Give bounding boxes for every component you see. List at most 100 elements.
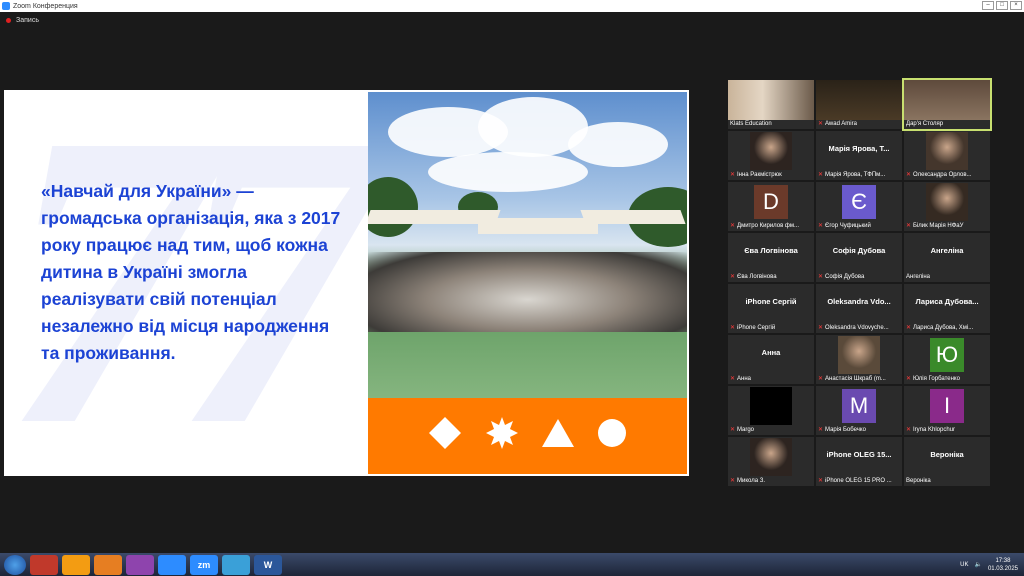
participant-tile[interactable]: iPhone Сергій ✕ iPhone Сергій [728,284,814,333]
participant-tile[interactable]: M ✕ Марія Бобечко [816,386,902,435]
participant-tile[interactable]: Вероніка Вероніка [904,437,990,486]
participant-display-name: Єва Логвінова [744,246,798,255]
participant-name: Інна Ракмістрюк [737,172,782,178]
taskbar-app-icon[interactable] [222,554,250,575]
participant-name: Білик Марія НФаУ [913,223,964,229]
participant-namebar: Вероніка [904,476,990,486]
taskbar-app-icon[interactable] [62,554,90,575]
participant-tile[interactable]: ✕ Margo [728,386,814,435]
participant-namebar: ✕ Микола З. [728,476,814,486]
mic-muted-icon: ✕ [730,427,736,433]
volume-icon[interactable]: 🔈 [974,561,981,568]
minimize-button[interactable]: – [982,1,994,10]
language-indicator[interactable]: UK [960,562,968,568]
participant-namebar: ✕ Iryna Khlopchur [904,425,990,435]
participant-tile[interactable]: ✕ Білик Марія НФаУ [904,182,990,231]
participant-avatar: D [754,185,788,219]
participant-name: Дар'я Столяр [906,121,944,127]
participant-tile[interactable]: Єва Логвінова ✕ Єва Логвінова [728,233,814,282]
participant-namebar: Ангеліна [904,272,990,282]
clock-time: 17:38 [995,557,1011,564]
system-tray: UK 🔈 17:38 01.03.2025 [960,553,1018,576]
participant-name: Марія Бобечко [825,427,866,433]
participant-tile[interactable]: D ✕ Дмитро Кирилов фм... [728,182,814,231]
participant-name: Єгор Чуфицький [825,223,871,229]
participant-name: Лариса Дубова, Хмі... [913,325,974,331]
shared-slide: 77 «Навчай для України» — громадська орг… [4,90,689,476]
window-controls: – □ × [982,1,1022,10]
participant-video [728,80,814,120]
participant-photo [750,132,792,170]
taskbar-app-icon[interactable]: W [254,554,282,575]
taskbar-app-icon[interactable] [158,554,186,575]
taskbar-app-icon[interactable] [30,554,58,575]
participant-name: iPhone Сергій [737,325,776,331]
participant-tile[interactable]: Ю ✕ Юлія Горбатенко [904,335,990,384]
taskbar-apps: zm W [30,554,286,575]
participant-name: Марія Ярова, ТФПм... [825,172,886,178]
group-photo [368,92,687,398]
mic-muted-icon: ✕ [818,121,824,127]
participant-tile[interactable]: Є ✕ Єгор Чуфицький [816,182,902,231]
participant-name: Awad Amira [825,121,857,127]
zoom-logo-icon [2,2,10,10]
participant-name: Margo [737,427,755,433]
participant-tile[interactable]: Дар'я Столяр [902,78,992,131]
participant-photo [926,132,968,170]
participant-photo [750,438,792,476]
participant-display-name: Марія Ярова, Т... [828,144,890,153]
participant-namebar: ✕ Олександра Орлов... [904,170,990,180]
participant-avatar: M [842,389,876,423]
participant-namebar: ✕ Дмитро Кирилов фм... [728,221,814,231]
start-button[interactable] [4,554,26,575]
clock-date: 01.03.2025 [987,565,1018,572]
mic-muted-icon: ✕ [906,223,912,229]
participant-name: Вероніка [906,478,931,484]
recording-indicator[interactable]: Запись [6,17,39,24]
diamond-icon [429,417,461,449]
mic-muted-icon: ✕ [818,223,824,229]
mic-muted-icon: ✕ [906,172,912,178]
mic-muted-icon: ✕ [730,325,736,331]
participant-tile[interactable]: Oleksandra Vdo... ✕ Oleksandra Vdovyche... [816,284,902,333]
recording-label: Запись [16,17,39,24]
participant-tile[interactable]: ✕ Микола З. [728,437,814,486]
participant-namebar: ✕ Awad Amira [816,119,902,129]
taskbar-app-icon[interactable] [126,554,154,575]
participant-tile[interactable]: iPhone OLEG 15... ✕ iPhone OLEG 15 PRO ... [816,437,902,486]
participant-tile[interactable]: I ✕ Iryna Khlopchur [904,386,990,435]
participant-name: Ангеліна [906,274,930,280]
clock[interactable]: 17:38 01.03.2025 [988,557,1018,573]
participant-tile[interactable]: Ангеліна Ангеліна [904,233,990,282]
participant-namebar: ✕ Oleksandra Vdovyche... [816,323,902,333]
participant-tile[interactable]: ✕ Інна Ракмістрюк [728,131,814,180]
participant-name: Олександра Орлов... [913,172,972,178]
participant-namebar: ✕ Лариса Дубова, Хмі... [904,323,990,333]
participant-tile[interactable]: ✕ Анастасія Шкраб (m... [816,335,902,384]
mic-muted-icon: ✕ [730,376,736,382]
participant-tile[interactable]: ✕ Awad Amira [816,80,902,129]
participant-namebar: ✕ Margo [728,425,814,435]
taskbar-app-icon[interactable]: zm [190,554,218,575]
participant-tile[interactable]: Софія Дубова ✕ Софія Дубова [816,233,902,282]
taskbar-app-icon[interactable] [94,554,122,575]
participant-name: Анастасія Шкраб (m... [825,376,886,382]
participant-photo [926,183,968,221]
participant-tile[interactable]: Марія Ярова, Т... ✕ Марія Ярова, ТФПм... [816,131,902,180]
participant-tile[interactable]: Klats Education [728,80,814,129]
participant-tile[interactable]: ✕ Олександра Орлов... [904,131,990,180]
mic-muted-icon: ✕ [730,478,736,484]
participant-namebar: Дар'я Столяр [904,119,990,129]
participant-namebar: ✕ iPhone Сергій [728,323,814,333]
participant-tile[interactable]: Лариса Дубова... ✕ Лариса Дубова, Хмі... [904,284,990,333]
participant-video-off [750,387,792,425]
maximize-button[interactable]: □ [996,1,1008,10]
participant-display-name: Лариса Дубова... [915,297,979,306]
participant-tile[interactable]: Анна ✕ Анна [728,335,814,384]
record-dot-icon [6,18,11,23]
participant-namebar: ✕ Єва Логвінова [728,272,814,282]
mic-muted-icon: ✕ [818,478,824,484]
participant-name: Микола З. [737,478,766,484]
participant-namebar: ✕ Марія Бобечко [816,425,902,435]
close-button[interactable]: × [1010,1,1022,10]
